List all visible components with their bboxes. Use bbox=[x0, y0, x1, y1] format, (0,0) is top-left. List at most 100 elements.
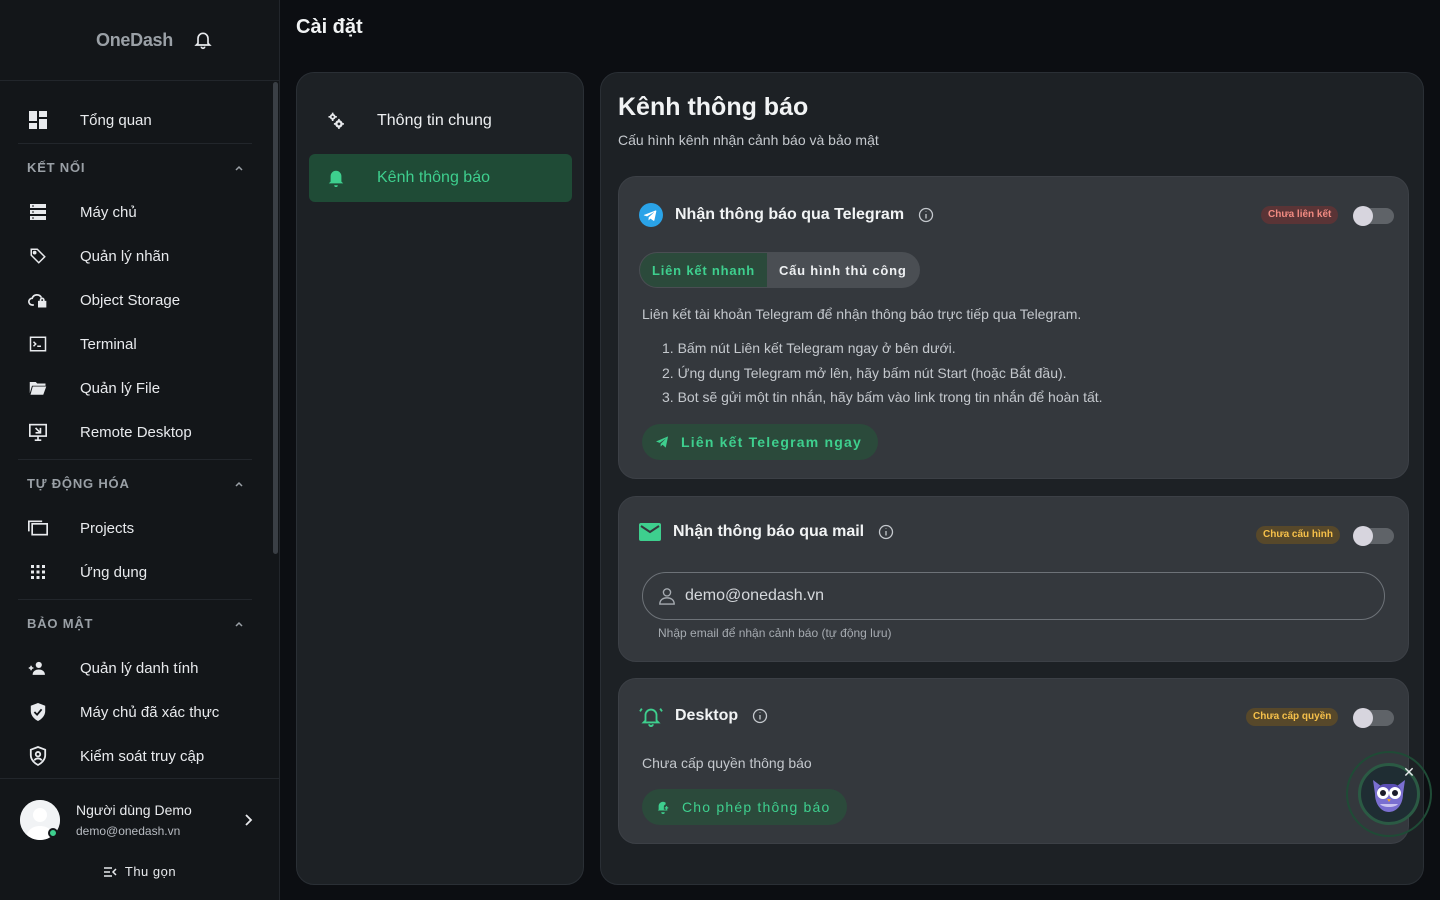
settings-menu-notification-channels[interactable]: Kênh thông báo bbox=[309, 154, 572, 202]
bell-ring-icon bbox=[639, 708, 663, 727]
telegram-card-title: Nhận thông báo qua Telegram bbox=[675, 206, 905, 223]
sidebar-item-label: Máy chủ bbox=[80, 203, 137, 221]
chevron-up-icon bbox=[235, 481, 243, 487]
chevron-up-icon bbox=[235, 621, 243, 627]
sidebar-item-label: Máy chủ đã xác thực bbox=[80, 703, 220, 721]
sidebar-item-remote-desktop[interactable]: Remote Desktop bbox=[18, 410, 252, 454]
apps-grid-icon bbox=[28, 562, 48, 582]
desktop-permission-status: Chưa cấp quyền thông báo bbox=[642, 755, 812, 771]
notification-bell-icon[interactable] bbox=[193, 30, 213, 50]
brand-header: OneDash bbox=[0, 0, 279, 81]
projects-icon bbox=[28, 518, 48, 538]
collapse-sidebar-button[interactable]: Thu gọn bbox=[0, 864, 279, 879]
bell-add-icon bbox=[657, 801, 669, 814]
collapse-label: Thu gọn bbox=[124, 864, 177, 879]
sidebar-item-label: Kiểm soát truy cập bbox=[80, 747, 205, 765]
settings-menu-general[interactable]: Thông tin chung bbox=[309, 97, 572, 145]
settings-menu-label: Kênh thông báo bbox=[377, 169, 490, 186]
status-badge: Chưa cấu hình bbox=[1256, 526, 1341, 544]
chevron-up-icon bbox=[235, 165, 243, 171]
sidebar-item-files[interactable]: Quản lý File bbox=[18, 366, 252, 410]
sidebar-item-label: Quản lý File bbox=[80, 379, 161, 397]
sidebar-item-label: Projects bbox=[80, 519, 135, 537]
section-title: KẾT NỐI bbox=[27, 160, 86, 175]
user-profile[interactable]: Người dùng Demo demo@onedash.vn Thu gọn bbox=[0, 778, 279, 900]
link-telegram-button[interactable]: Liên kết Telegram ngay bbox=[642, 424, 878, 460]
telegram-icon bbox=[639, 203, 663, 227]
sidebar-item-terminal[interactable]: Terminal bbox=[18, 322, 252, 366]
sidebar-item-labels[interactable]: Quản lý nhãn bbox=[18, 234, 252, 278]
chevron-right-icon[interactable] bbox=[240, 812, 256, 828]
section-header-security[interactable]: BẢO MẬT bbox=[18, 600, 252, 646]
settings-menu-label: Thông tin chung bbox=[377, 112, 492, 129]
collapse-icon bbox=[103, 866, 117, 877]
desktop-card-title: Desktop bbox=[675, 707, 739, 724]
identity-icon bbox=[28, 658, 48, 678]
status-badge: Chưa liên kết bbox=[1261, 206, 1339, 224]
sidebar-item-label: Object Storage bbox=[80, 291, 181, 309]
sidebar-item-identity[interactable]: Quản lý danh tính bbox=[18, 646, 252, 690]
info-icon[interactable] bbox=[878, 524, 894, 540]
allow-notifications-label: Cho phép thông báo bbox=[682, 799, 831, 815]
bell-icon bbox=[325, 167, 347, 189]
sidebar-item-object-storage[interactable]: Object Storage bbox=[18, 278, 252, 322]
settings-menu: Thông tin chung Kênh thông báo bbox=[296, 72, 584, 885]
telegram-toggle[interactable] bbox=[1353, 206, 1394, 226]
user-icon bbox=[659, 588, 675, 605]
sidebar-item-overview[interactable]: Tổng quan bbox=[18, 97, 252, 143]
sidebar-item-label: Ứng dụng bbox=[80, 563, 148, 581]
brand-logo[interactable]: OneDash bbox=[96, 30, 173, 51]
desktop-card: Desktop Chưa cấp quyền Chưa cấp quyền th… bbox=[618, 678, 1409, 844]
cloud-lock-icon bbox=[28, 290, 48, 310]
telegram-steps: 1. Bấm nút Liên kết Telegram ngay ở bên … bbox=[662, 340, 1103, 414]
info-icon[interactable] bbox=[918, 207, 934, 223]
sidebar-item-access-control[interactable]: Kiểm soát truy cập bbox=[18, 734, 252, 778]
section-header-connect[interactable]: KẾT NỐI bbox=[18, 144, 252, 190]
status-badge: Chưa cấp quyền bbox=[1246, 708, 1339, 726]
owl-mascot-icon bbox=[1373, 780, 1405, 812]
sidebar-item-verified-servers[interactable]: Máy chủ đã xác thực bbox=[18, 690, 252, 734]
link-telegram-label: Liên kết Telegram ngay bbox=[681, 434, 862, 450]
section-title: BẢO MẬT bbox=[27, 616, 94, 631]
dashboard-icon bbox=[28, 110, 48, 130]
mail-toggle[interactable] bbox=[1353, 526, 1394, 546]
remote-desktop-icon bbox=[28, 422, 48, 442]
close-icon[interactable]: ✕ bbox=[1402, 765, 1416, 779]
email-hint: Nhập email để nhận cảnh báo (tự động lưu… bbox=[658, 626, 892, 640]
allow-notifications-button[interactable]: Cho phép thông báo bbox=[642, 789, 847, 825]
list-item: 3. Bot sẽ gửi một tin nhắn, hãy bấm vào … bbox=[662, 389, 1103, 405]
telegram-card-header: Nhận thông báo qua Telegram bbox=[639, 203, 934, 227]
shield-check-icon bbox=[28, 702, 48, 722]
section-title: TỰ ĐỘNG HÓA bbox=[27, 476, 130, 491]
online-status-dot bbox=[48, 828, 58, 838]
sidebar-item-label: Terminal bbox=[80, 335, 137, 353]
desktop-toggle[interactable] bbox=[1353, 708, 1394, 728]
tab-manual-config[interactable]: Cấu hình thủ công bbox=[767, 253, 919, 287]
email-value: demo@onedash.vn bbox=[685, 587, 824, 604]
desktop-card-header: Desktop bbox=[639, 705, 768, 727]
sidebar-item-label: Quản lý nhãn bbox=[80, 247, 170, 265]
mail-card: Nhận thông báo qua mail Chưa cấu hình de… bbox=[618, 496, 1409, 662]
list-item: 2. Ứng dụng Telegram mở lên, hãy bấm nút… bbox=[662, 364, 1067, 381]
server-icon bbox=[28, 202, 48, 222]
list-item: 1. Bấm nút Liên kết Telegram ngay ở bên … bbox=[662, 340, 956, 356]
info-icon[interactable] bbox=[752, 708, 768, 724]
user-email: demo@onedash.vn bbox=[76, 824, 181, 838]
access-control-icon bbox=[28, 746, 48, 766]
sidebar-item-servers[interactable]: Máy chủ bbox=[18, 190, 252, 234]
email-field[interactable]: demo@onedash.vn bbox=[642, 572, 1385, 620]
tab-quick-link[interactable]: Liên kết nhanh bbox=[640, 253, 767, 287]
telegram-description: Liên kết tài khoản Telegram để nhận thôn… bbox=[642, 306, 1082, 322]
sidebar-item-apps[interactable]: Ứng dụng bbox=[18, 550, 252, 594]
tag-icon bbox=[28, 246, 48, 266]
toggle-knob bbox=[1353, 526, 1373, 546]
sidebar-item-projects[interactable]: Projects bbox=[18, 506, 252, 550]
sidebar-scrollbar[interactable] bbox=[273, 82, 278, 554]
mail-icon bbox=[639, 523, 661, 541]
sidebar-item-label: Quản lý danh tính bbox=[80, 659, 199, 677]
telegram-card: Nhận thông báo qua Telegram Chưa liên kế… bbox=[618, 176, 1409, 479]
sidebar: OneDash Tổng quan KẾT NỐI Máy chủ Quản l… bbox=[0, 0, 280, 900]
terminal-icon bbox=[28, 334, 48, 354]
section-header-automation[interactable]: TỰ ĐỘNG HÓA bbox=[18, 460, 252, 506]
sidebar-item-label: Remote Desktop bbox=[80, 423, 192, 441]
